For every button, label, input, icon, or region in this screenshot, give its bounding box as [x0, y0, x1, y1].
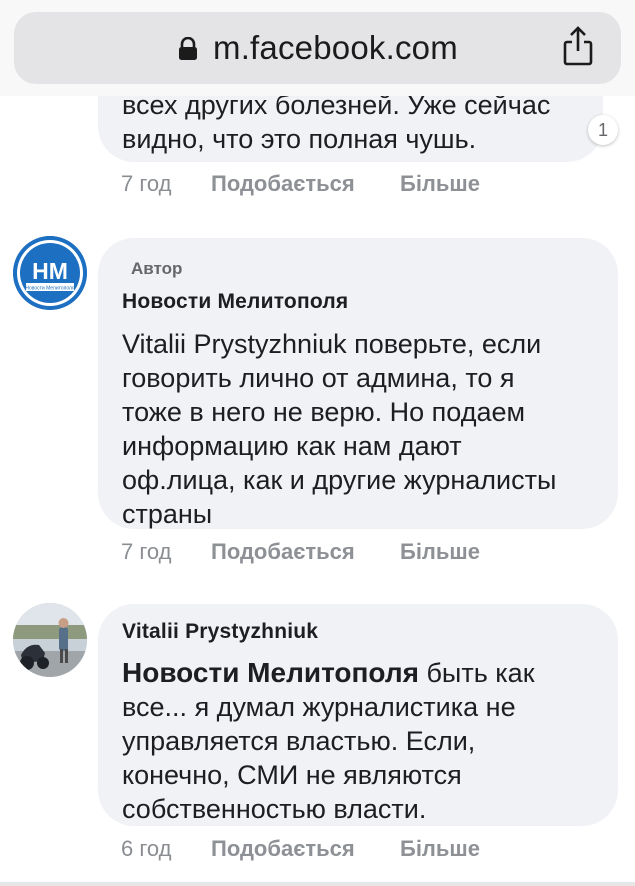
comment-author[interactable]: Новости Мелитополя: [122, 290, 348, 314]
divider: [0, 882, 635, 886]
comment-text-line: конечно, СМИ не являются: [122, 760, 462, 790]
avatar-caption: Новости Мелитополя: [25, 286, 75, 292]
comment-text-line: оф.лица, как и другие журналисты: [122, 465, 557, 495]
more-button[interactable]: Більше: [400, 836, 480, 862]
comment-actions: 6 год Подобається Більше: [121, 836, 541, 866]
comment-bubble: Vitalii Prystyzhniuk Новости Мелитополя …: [98, 604, 618, 826]
comment-text-line: говорить лично от админа, то я: [122, 363, 515, 393]
author-badge: Автор: [131, 259, 183, 278]
comment-text-line: собственностью власти.: [122, 794, 427, 824]
address-bar[interactable]: m.facebook.com: [14, 12, 621, 84]
comment-actions: 7 год Подобається Більше: [121, 171, 541, 201]
comment-time[interactable]: 6 год: [121, 836, 171, 862]
reaction-count-badge[interactable]: 1: [588, 115, 618, 145]
page-logo-icon: НМ Новости Мелитополя: [13, 236, 87, 310]
comment-author[interactable]: Vitalii Prystyzhniuk: [122, 620, 318, 644]
browser-toolbar: m.facebook.com: [0, 0, 635, 96]
avatar[interactable]: НМ Новости Мелитополя: [13, 236, 87, 310]
like-button[interactable]: Подобається: [211, 171, 355, 197]
avatar[interactable]: [13, 603, 87, 677]
comment-text-line: все... я думал журналистика не: [122, 692, 516, 722]
comment-text-line: страны: [122, 499, 213, 529]
comment-time[interactable]: 7 год: [121, 539, 171, 565]
like-button[interactable]: Подобається: [211, 539, 355, 565]
comment-text-line: управляется властью. Если,: [122, 726, 476, 756]
comment-text-line: тоже в него не верю. Но подаем: [122, 397, 526, 427]
lock-icon: [179, 37, 197, 60]
url-text: m.facebook.com: [213, 29, 458, 66]
comment-actions: 7 год Подобається Більше: [121, 539, 541, 569]
comment-text-line: информацию как нам дают: [122, 431, 462, 461]
comment-text-line: Vitalii Prystyzhniuk поверьте, если: [122, 329, 542, 359]
like-button[interactable]: Подобається: [211, 836, 355, 862]
comment-text-line: Новости Мелитополя быть как: [122, 656, 535, 690]
mention-link[interactable]: Новости Мелитополя: [122, 657, 419, 688]
share-icon[interactable]: [561, 25, 595, 67]
user-photo-icon: [13, 603, 87, 677]
comment-text-line: видно, что это полная чушь.: [122, 124, 477, 154]
more-button[interactable]: Більше: [400, 539, 480, 565]
comment-bubble: Автор Новости Мелитополя Vitalii Prystyz…: [98, 238, 618, 529]
comment-text-fragment: быть как: [418, 658, 535, 688]
more-button[interactable]: Більше: [400, 171, 480, 197]
avatar-initials: НМ: [32, 258, 68, 284]
comment-time[interactable]: 7 год: [121, 171, 171, 197]
